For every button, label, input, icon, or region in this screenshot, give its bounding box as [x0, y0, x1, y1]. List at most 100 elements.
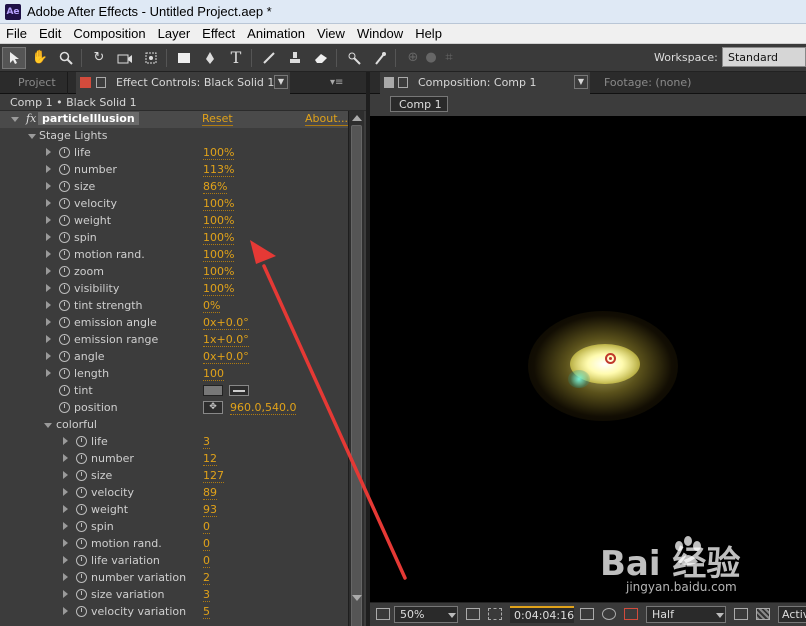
chevron-right-icon[interactable] [46, 301, 51, 309]
resolution-select[interactable]: Half [646, 606, 726, 623]
parameter-value[interactable]: 93 [203, 503, 217, 517]
snapshot-camera-icon[interactable] [580, 608, 594, 620]
chevron-down-icon[interactable] [28, 134, 36, 139]
tab-effect-controls[interactable]: Effect Controls: Black Solid 1 ▼ [76, 72, 290, 94]
panel-menu-icon[interactable]: ▾≡ [330, 77, 343, 88]
roto-brush-tool-icon[interactable] [342, 47, 366, 69]
stopwatch-icon[interactable] [59, 385, 70, 396]
parameter-row[interactable]: tint strength 0% [0, 298, 348, 315]
parameter-row[interactable]: life 3 [0, 434, 348, 451]
parameter-row-tint[interactable]: tint [0, 383, 348, 400]
parameter-value[interactable]: 0 [203, 554, 210, 568]
chevron-right-icon[interactable] [46, 233, 51, 241]
menu-help[interactable]: Help [409, 26, 448, 41]
parameter-row[interactable]: size variation 3 [0, 587, 348, 604]
chevron-right-icon[interactable] [46, 335, 51, 343]
stopwatch-icon[interactable] [59, 164, 70, 175]
stopwatch-icon[interactable] [76, 470, 87, 481]
stopwatch-icon[interactable] [59, 266, 70, 277]
stopwatch-icon[interactable] [59, 198, 70, 209]
scroll-up-icon[interactable] [352, 115, 362, 121]
parameter-row[interactable]: number 12 [0, 451, 348, 468]
chevron-right-icon[interactable] [63, 573, 68, 581]
parameter-value[interactable]: 3 [203, 435, 210, 449]
stopwatch-icon[interactable] [59, 368, 70, 379]
parameter-row[interactable]: angle 0x+0.0° [0, 349, 348, 366]
stopwatch-icon[interactable] [59, 147, 70, 158]
chevron-right-icon[interactable] [46, 284, 51, 292]
chevron-down-icon[interactable] [448, 613, 456, 618]
parameter-row[interactable]: weight 93 [0, 502, 348, 519]
stopwatch-icon[interactable] [59, 249, 70, 260]
chevron-right-icon[interactable] [63, 556, 68, 564]
parameter-row[interactable]: spin 0 [0, 519, 348, 536]
parameter-value[interactable]: 5 [203, 605, 210, 619]
stopwatch-icon[interactable] [59, 334, 70, 345]
parameter-value[interactable]: 100% [203, 214, 235, 228]
group-stage-lights[interactable]: Stage Lights [0, 128, 348, 145]
parameter-row-position[interactable]: position ✥ 960.0,540.0 [0, 400, 348, 417]
parameter-value[interactable]: 100% [203, 265, 235, 279]
chevron-right-icon[interactable] [46, 148, 51, 156]
rotate-tool-icon[interactable]: ↻ [87, 47, 111, 69]
stopwatch-icon[interactable] [59, 351, 70, 362]
stopwatch-icon[interactable] [59, 283, 70, 294]
tab-composition[interactable]: Composition: Comp 1 ▼ [380, 72, 590, 94]
parameter-value[interactable]: 100 [203, 367, 224, 381]
stopwatch-icon[interactable] [76, 589, 87, 600]
menu-view[interactable]: View [311, 26, 351, 41]
clone-stamp-tool-icon[interactable] [283, 47, 307, 69]
parameter-value[interactable]: 0x+0.0° [203, 316, 249, 330]
stopwatch-icon[interactable] [76, 572, 87, 583]
menu-window[interactable]: Window [351, 26, 409, 41]
menu-effect[interactable]: Effect [196, 26, 241, 41]
tab-footage[interactable]: Footage: (none) [604, 76, 691, 89]
stopwatch-icon[interactable] [76, 487, 87, 498]
stopwatch-icon[interactable] [76, 606, 87, 617]
stopwatch-icon[interactable] [76, 436, 87, 447]
rectangle-tool-icon[interactable] [172, 47, 196, 69]
parameter-row[interactable]: zoom 100% [0, 264, 348, 281]
fit-grid-icon[interactable] [466, 608, 480, 620]
reset-link[interactable]: Reset [202, 112, 233, 126]
parameter-value[interactable]: 89 [203, 486, 217, 500]
parameter-row[interactable]: visibility 100% [0, 281, 348, 298]
parameter-row[interactable]: size 127 [0, 468, 348, 485]
chevron-right-icon[interactable] [63, 522, 68, 530]
menu-file[interactable]: File [0, 26, 33, 41]
effect-row[interactable]: fx particleIllusion Reset About... [0, 111, 348, 128]
stopwatch-icon[interactable] [76, 453, 87, 464]
scrollbar[interactable] [348, 111, 364, 626]
chevron-right-icon[interactable] [46, 216, 51, 224]
comp-breadcrumb[interactable]: Comp 1 [390, 96, 448, 112]
menu-composition[interactable]: Composition [67, 26, 151, 41]
parameter-value[interactable]: 2 [203, 571, 210, 585]
chevron-right-icon[interactable] [63, 607, 68, 615]
fx-icon[interactable]: fx [26, 112, 36, 125]
position-crosshair-icon[interactable]: ✥ [203, 401, 223, 414]
camera-view-select[interactable]: Active Camera [778, 606, 806, 623]
brush-tool-icon[interactable] [257, 47, 281, 69]
selection-tool-icon[interactable] [2, 46, 26, 69]
parameter-value[interactable]: 100% [203, 146, 235, 160]
chevron-right-icon[interactable] [46, 199, 51, 207]
parameter-value[interactable]: 100% [203, 282, 235, 296]
chevron-down-icon[interactable]: ▼ [274, 75, 288, 89]
parameter-value[interactable]: 1x+0.0° [203, 333, 249, 347]
chevron-right-icon[interactable] [63, 454, 68, 462]
parameter-row[interactable]: motion rand. 100% [0, 247, 348, 264]
stopwatch-icon[interactable] [76, 555, 87, 566]
parameter-row[interactable]: number variation 2 [0, 570, 348, 587]
chevron-right-icon[interactable] [46, 267, 51, 275]
pen-tool-icon[interactable] [198, 47, 222, 69]
composition-viewer[interactable]: Bai 经验 jingyan.baidu.com [370, 116, 806, 602]
always-preview-icon[interactable] [376, 608, 390, 620]
scrollbar-thumb[interactable] [351, 125, 362, 626]
tab-project[interactable]: Project [8, 72, 68, 94]
parameter-row[interactable]: emission angle 0x+0.0° [0, 315, 348, 332]
workspace-select[interactable]: Standard [722, 47, 806, 67]
parameter-value[interactable]: 86% [203, 180, 228, 194]
pan-behind-tool-icon[interactable] [139, 47, 163, 69]
parameter-row[interactable]: velocity 89 [0, 485, 348, 502]
parameter-value[interactable]: 113% [203, 163, 235, 177]
